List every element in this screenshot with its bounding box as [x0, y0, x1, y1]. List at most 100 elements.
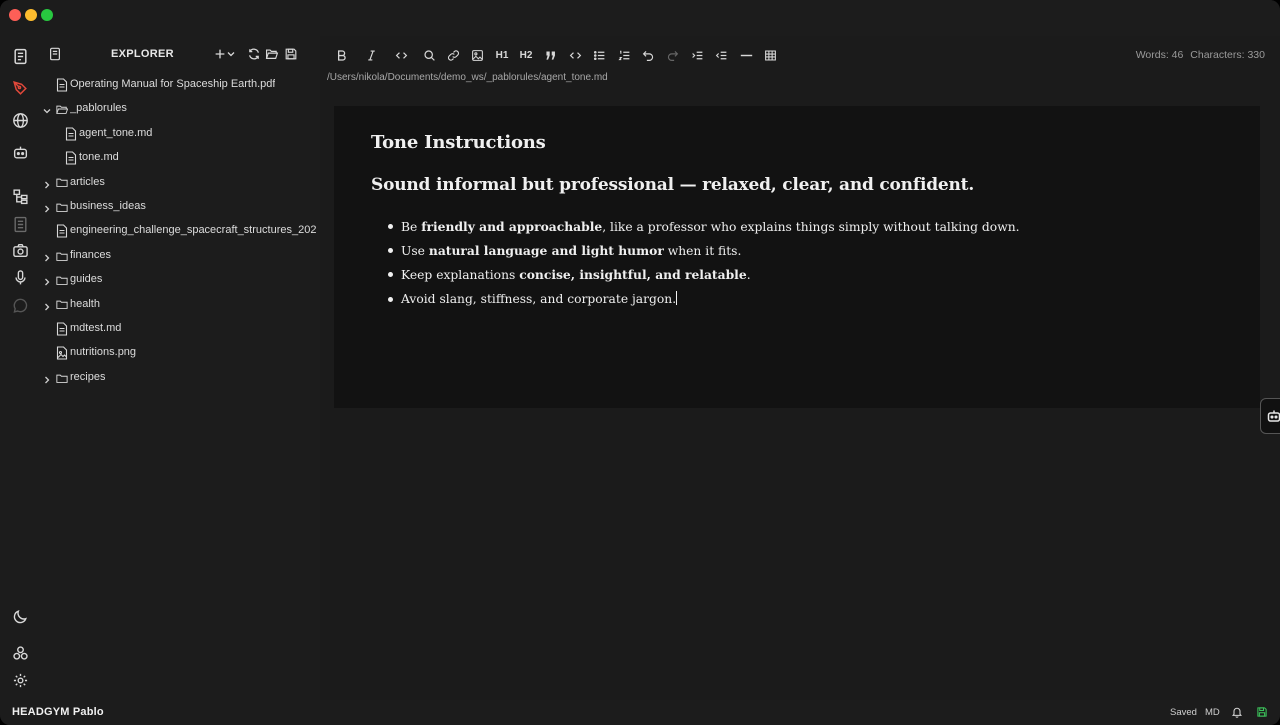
- tree-file[interactable]: mdtest.md: [40, 317, 320, 341]
- search-icon[interactable]: [420, 46, 438, 64]
- bullet-bold-text: friendly and approachable: [421, 219, 603, 234]
- quote-icon[interactable]: [541, 46, 559, 64]
- bullet-text: , like a professor who explains things s…: [602, 220, 1020, 234]
- chevron-right-icon[interactable]: [42, 274, 52, 286]
- pen-tool-icon[interactable]: [8, 76, 32, 100]
- app-window: EXPLORER Operating Manual for Spaceship …: [0, 0, 1280, 725]
- folder-icon: [56, 273, 68, 286]
- folder-icon: [56, 371, 68, 384]
- explorer-header: EXPLORER: [40, 44, 320, 66]
- file-icon: [65, 151, 77, 165]
- image-icon[interactable]: [468, 46, 486, 64]
- tree-folder[interactable]: _pablorules: [40, 97, 320, 121]
- outdent-icon[interactable]: [712, 46, 730, 64]
- tree-folder[interactable]: finances: [40, 244, 320, 268]
- document-list-icon[interactable]: [8, 212, 32, 236]
- chevron-down-icon[interactable]: [226, 46, 236, 62]
- inline-code-icon[interactable]: [392, 46, 410, 64]
- refresh-icon[interactable]: [246, 46, 262, 62]
- document-stats: Words: 46 Characters: 330: [1132, 49, 1265, 61]
- tree-item-label: nutritions.png: [70, 346, 137, 359]
- tree-item-label: agent_tone.md: [79, 126, 153, 139]
- title-bar: [0, 0, 1280, 30]
- camera-icon[interactable]: [8, 238, 32, 262]
- doc-bullet-item[interactable]: Be friendly and approachable, like a pro…: [385, 215, 1223, 239]
- explorer-panel: EXPLORER Operating Manual for Spaceship …: [40, 36, 320, 700]
- file-path: /Users/nikola/Documents/demo_ws/_pabloru…: [327, 72, 608, 83]
- close-window-button[interactable]: [9, 9, 21, 21]
- tree-folder[interactable]: guides: [40, 268, 320, 292]
- file-format[interactable]: MD: [1205, 707, 1220, 718]
- tree-file[interactable]: nutritions.png: [40, 341, 320, 365]
- file-icon: [65, 127, 77, 141]
- chat-icon[interactable]: [8, 293, 32, 317]
- tree-file[interactable]: agent_tone.md: [40, 122, 320, 146]
- bold-icon[interactable]: [332, 46, 350, 64]
- tree-item-label: articles: [70, 175, 105, 188]
- minimize-window-button[interactable]: [25, 9, 37, 21]
- chevron-right-icon[interactable]: [42, 201, 52, 213]
- tree-item-label: engineering_challenge_spacecraft_structu…: [70, 224, 317, 237]
- tree-item-label: guides: [70, 273, 103, 286]
- folder-icon: [56, 249, 68, 262]
- notes-icon[interactable]: [8, 44, 32, 68]
- link-icon[interactable]: [444, 46, 462, 64]
- tree-folder[interactable]: recipes: [40, 366, 320, 390]
- code-block-icon[interactable]: [566, 46, 584, 64]
- doc-bullet-item[interactable]: Use natural language and light humor whe…: [385, 239, 1223, 263]
- doc-heading2[interactable]: Sound informal but professional — relaxe…: [371, 175, 1223, 195]
- heading1-button[interactable]: H1: [493, 46, 511, 64]
- bullet-list-icon[interactable]: [590, 46, 608, 64]
- word-count: Words: 46: [1135, 49, 1184, 61]
- tree-folder[interactable]: articles: [40, 171, 320, 195]
- microphone-icon[interactable]: [8, 265, 32, 289]
- text-caret: [676, 290, 678, 305]
- indent-icon[interactable]: [688, 46, 706, 64]
- doc-bullet-item[interactable]: Avoid slang, stiffness, and corporate ja…: [385, 288, 1223, 311]
- assistant-panel-toggle[interactable]: [1260, 398, 1280, 434]
- bullet-text: Avoid slang, stiffness, and corporate ja…: [401, 291, 677, 306]
- plugins-icon[interactable]: [8, 641, 32, 665]
- tree-folder[interactable]: health: [40, 293, 320, 317]
- numbered-list-icon[interactable]: [615, 46, 633, 64]
- table-icon[interactable]: [761, 46, 779, 64]
- undo-icon[interactable]: [639, 46, 657, 64]
- settings-gear-icon[interactable]: [8, 668, 32, 692]
- tree-item-label: _pablorules: [70, 102, 127, 115]
- chevron-down-icon[interactable]: [42, 103, 52, 114]
- bullet-bold-text: concise, insightful, and relatable: [519, 267, 747, 283]
- heading2-button[interactable]: H2: [517, 46, 535, 64]
- tree-file[interactable]: tone.md: [40, 146, 320, 170]
- open-folder-icon[interactable]: [264, 46, 280, 62]
- tree-file[interactable]: engineering_challenge_spacecraft_structu…: [40, 219, 320, 243]
- doc-bullet-item[interactable]: Keep explanations concise, insightful, a…: [385, 263, 1223, 287]
- dark-mode-icon[interactable]: [8, 604, 32, 628]
- bullet-text: Be: [401, 220, 422, 234]
- maximize-window-button[interactable]: [41, 9, 53, 21]
- globe-icon[interactable]: [8, 108, 32, 132]
- file-icon: [56, 224, 68, 238]
- chevron-right-icon[interactable]: [42, 299, 52, 310]
- tree-item-label: business_ideas: [70, 199, 146, 212]
- bullet-bold-text: natural language and light humor: [428, 243, 664, 259]
- robot-icon: [1267, 410, 1280, 422]
- doc-heading1[interactable]: Tone Instructions: [371, 132, 1223, 153]
- file-icon: [56, 322, 68, 336]
- save-status-icon[interactable]: [1255, 705, 1269, 719]
- markdown-editor[interactable]: Tone Instructions Sound informal but pro…: [334, 106, 1260, 408]
- redo-icon[interactable]: [663, 46, 681, 64]
- horizontal-rule-icon[interactable]: [736, 46, 756, 64]
- chevron-right-icon[interactable]: [42, 177, 52, 189]
- folder-icon: [56, 200, 68, 213]
- chevron-right-icon[interactable]: [42, 250, 52, 262]
- chevron-right-icon[interactable]: [42, 372, 52, 384]
- file-tree: Operating Manual for Spaceship Earth.pdf…: [40, 73, 320, 390]
- robot-icon[interactable]: [8, 140, 32, 164]
- bell-icon[interactable]: [1230, 705, 1244, 719]
- tree-folder[interactable]: business_ideas: [40, 195, 320, 219]
- italic-icon[interactable]: [362, 46, 380, 64]
- tree-file[interactable]: Operating Manual for Spaceship Earth.pdf: [40, 73, 320, 97]
- tree-item-label: mdtest.md: [70, 321, 122, 334]
- save-icon[interactable]: [283, 46, 299, 62]
- hierarchy-icon[interactable]: [8, 184, 32, 208]
